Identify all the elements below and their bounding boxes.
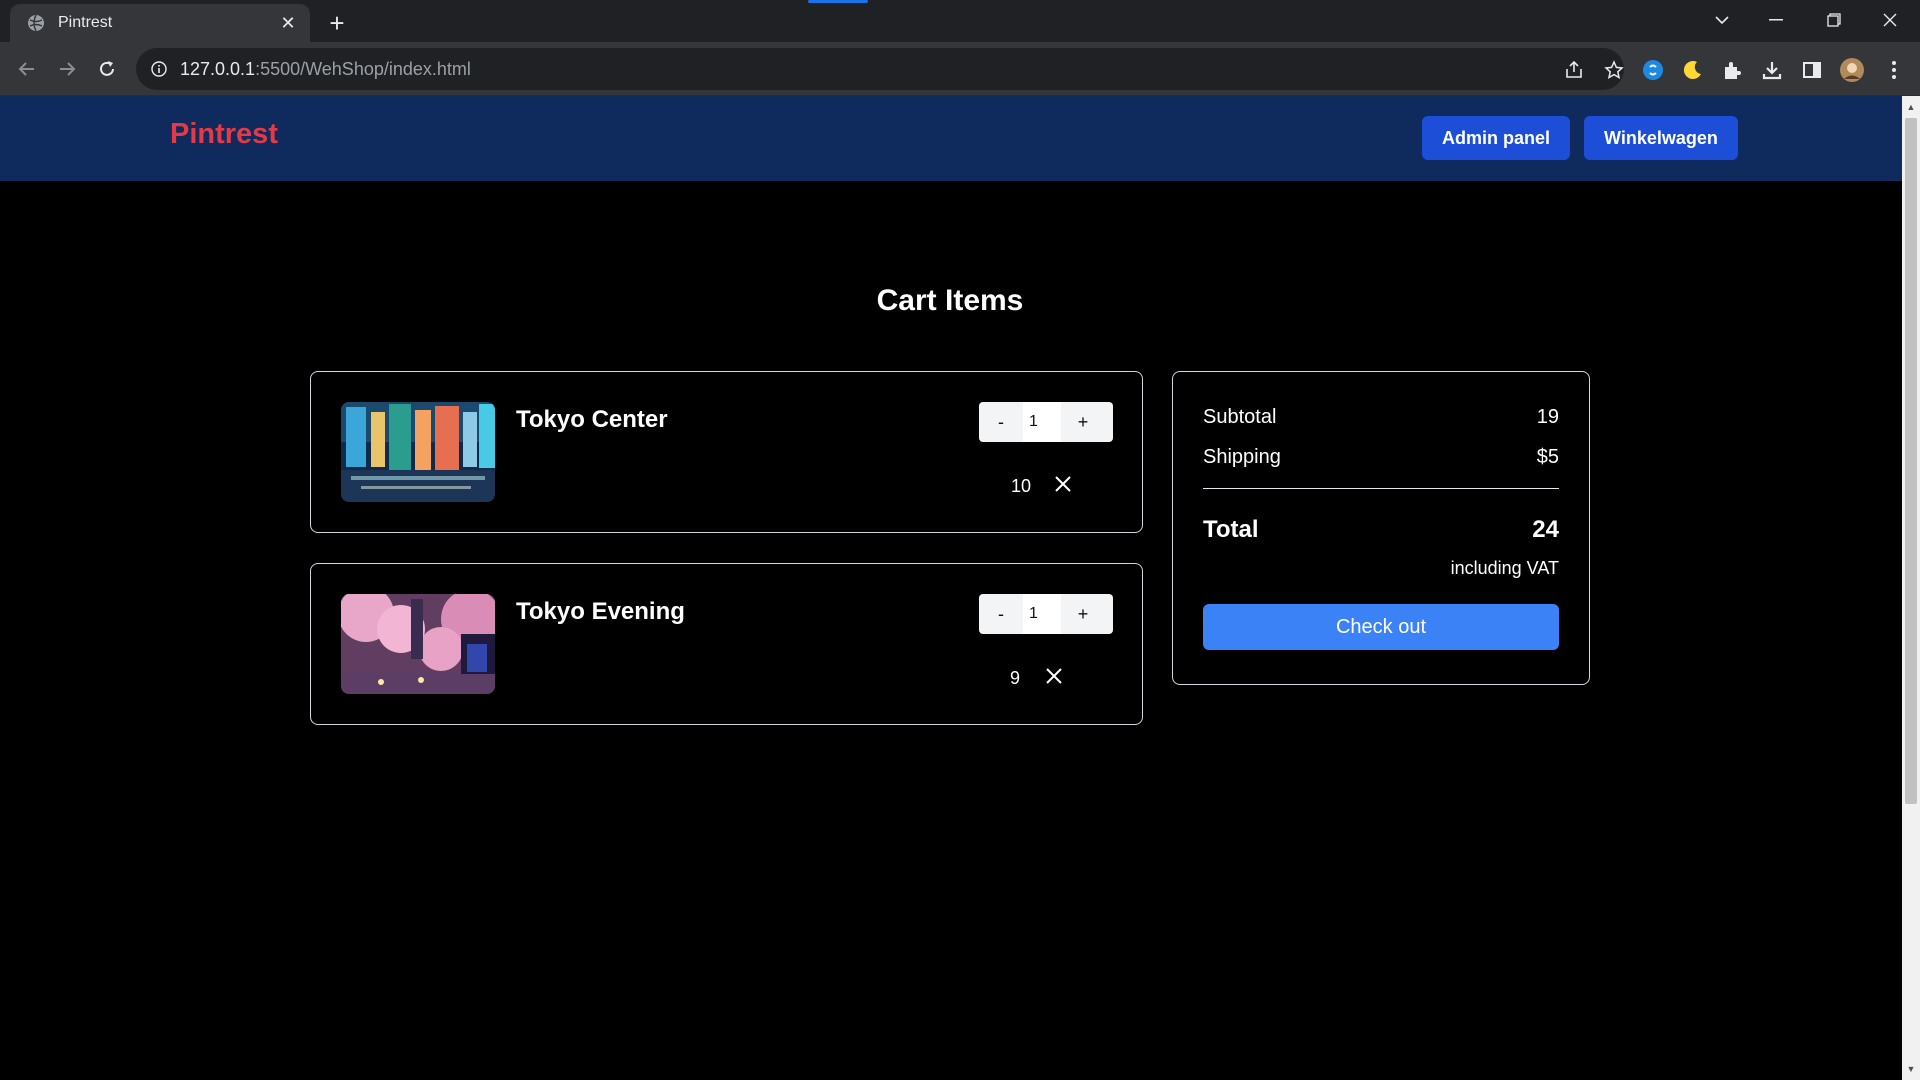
minimize-icon[interactable] bbox=[1748, 0, 1804, 40]
reload-icon[interactable] bbox=[92, 54, 122, 84]
dark-mode-moon-icon[interactable] bbox=[1680, 57, 1706, 83]
shazam-extension-icon[interactable] bbox=[1640, 57, 1666, 83]
download-icon[interactable] bbox=[1759, 57, 1785, 83]
shipping-value: $5 bbox=[1536, 446, 1559, 468]
decrease-quantity-button[interactable]: - bbox=[979, 594, 1023, 634]
summary-divider bbox=[1203, 488, 1559, 489]
browser-tab-bar: Pintrest ✕ + bbox=[0, 0, 1920, 42]
forward-icon[interactable] bbox=[52, 54, 82, 84]
site-header: Pintrest Admin panel Winkelwagen bbox=[0, 96, 1902, 181]
shipping-row: Shipping $5 bbox=[1203, 446, 1559, 469]
item-price: 9 bbox=[1010, 668, 1021, 688]
url-path: :5500/WehShop/index.html bbox=[255, 58, 471, 79]
profile-avatar-icon[interactable] bbox=[1839, 57, 1865, 83]
item-name: Tokyo Evening bbox=[516, 598, 685, 625]
site-info-icon[interactable] bbox=[148, 58, 170, 80]
shipping-label: Shipping bbox=[1203, 446, 1281, 468]
total-value: 24 bbox=[1532, 516, 1559, 543]
page-viewport: Pintrest Admin panel Winkelwagen Cart It… bbox=[0, 96, 1902, 1080]
item-name: Tokyo Center bbox=[516, 406, 668, 433]
cart-item-card: Tokyo Evening - 1 + 9 bbox=[310, 563, 1143, 725]
browser-toolbar: 127.0.0.1:5500/WehShop/index.html bbox=[0, 42, 1920, 96]
scroll-down-icon[interactable]: ▼ bbox=[1906, 1064, 1916, 1074]
remove-item-icon[interactable] bbox=[1053, 474, 1073, 494]
admin-panel-button[interactable]: Admin panel bbox=[1422, 116, 1571, 160]
page-scrollbar[interactable]: ▲ ▼ bbox=[1902, 96, 1920, 1080]
subtotal-label: Subtotal bbox=[1203, 406, 1277, 428]
bookmark-star-icon[interactable] bbox=[1602, 58, 1626, 82]
product-image bbox=[341, 402, 495, 502]
url-host: 127.0.0.1 bbox=[180, 58, 256, 79]
product-image bbox=[341, 594, 495, 694]
extensions-puzzle-icon[interactable] bbox=[1719, 57, 1745, 83]
vat-note: including VAT bbox=[1450, 558, 1559, 578]
scroll-up-icon[interactable]: ▲ bbox=[1906, 102, 1916, 112]
cart-item-card: Tokyo Center - 1 + 10 bbox=[310, 371, 1143, 533]
new-tab-icon[interactable]: + bbox=[322, 8, 352, 38]
page-title: Cart Items bbox=[876, 284, 1024, 317]
total-row: Total 24 bbox=[1203, 516, 1559, 544]
back-icon[interactable] bbox=[12, 54, 42, 84]
checkout-button[interactable]: Check out bbox=[1203, 604, 1559, 650]
quantity-input[interactable]: 1 bbox=[1023, 402, 1061, 442]
increase-quantity-button[interactable]: + bbox=[1061, 402, 1105, 442]
tab-close-icon[interactable]: ✕ bbox=[276, 11, 300, 35]
globe-icon bbox=[26, 13, 46, 33]
quantity-stepper: - 1 + bbox=[979, 402, 1113, 442]
browser-menu-icon[interactable] bbox=[1881, 57, 1907, 83]
restore-icon[interactable] bbox=[1806, 0, 1862, 40]
increase-quantity-button[interactable]: + bbox=[1061, 594, 1105, 634]
remove-item-icon[interactable] bbox=[1044, 666, 1064, 686]
address-bar[interactable]: 127.0.0.1:5500/WehShop/index.html bbox=[136, 48, 1624, 90]
window-close-icon[interactable] bbox=[1862, 0, 1918, 40]
cart-button[interactable]: Winkelwagen bbox=[1584, 116, 1738, 160]
tab-title: Pintrest bbox=[58, 14, 113, 31]
tab-strip-indicator bbox=[808, 0, 868, 3]
quantity-stepper: - 1 + bbox=[979, 594, 1113, 634]
scrollbar-thumb[interactable] bbox=[1905, 118, 1917, 804]
subtotal-row: Subtotal 19 bbox=[1203, 406, 1559, 429]
share-icon[interactable] bbox=[1562, 58, 1586, 82]
site-brand-logo[interactable]: Pintrest bbox=[170, 118, 278, 151]
total-label: Total bbox=[1203, 516, 1259, 543]
item-price: 10 bbox=[1011, 476, 1032, 496]
tab-search-icon[interactable] bbox=[1694, 0, 1750, 40]
url-text[interactable]: 127.0.0.1:5500/WehShop/index.html bbox=[180, 59, 471, 80]
order-summary: Subtotal 19 Shipping $5 Total 24 includi… bbox=[1172, 371, 1590, 685]
decrease-quantity-button[interactable]: - bbox=[979, 402, 1023, 442]
subtotal-value: 19 bbox=[1536, 406, 1559, 428]
browser-tab[interactable]: Pintrest ✕ bbox=[10, 4, 310, 42]
side-panel-icon[interactable] bbox=[1799, 57, 1825, 83]
quantity-input[interactable]: 1 bbox=[1023, 594, 1061, 634]
